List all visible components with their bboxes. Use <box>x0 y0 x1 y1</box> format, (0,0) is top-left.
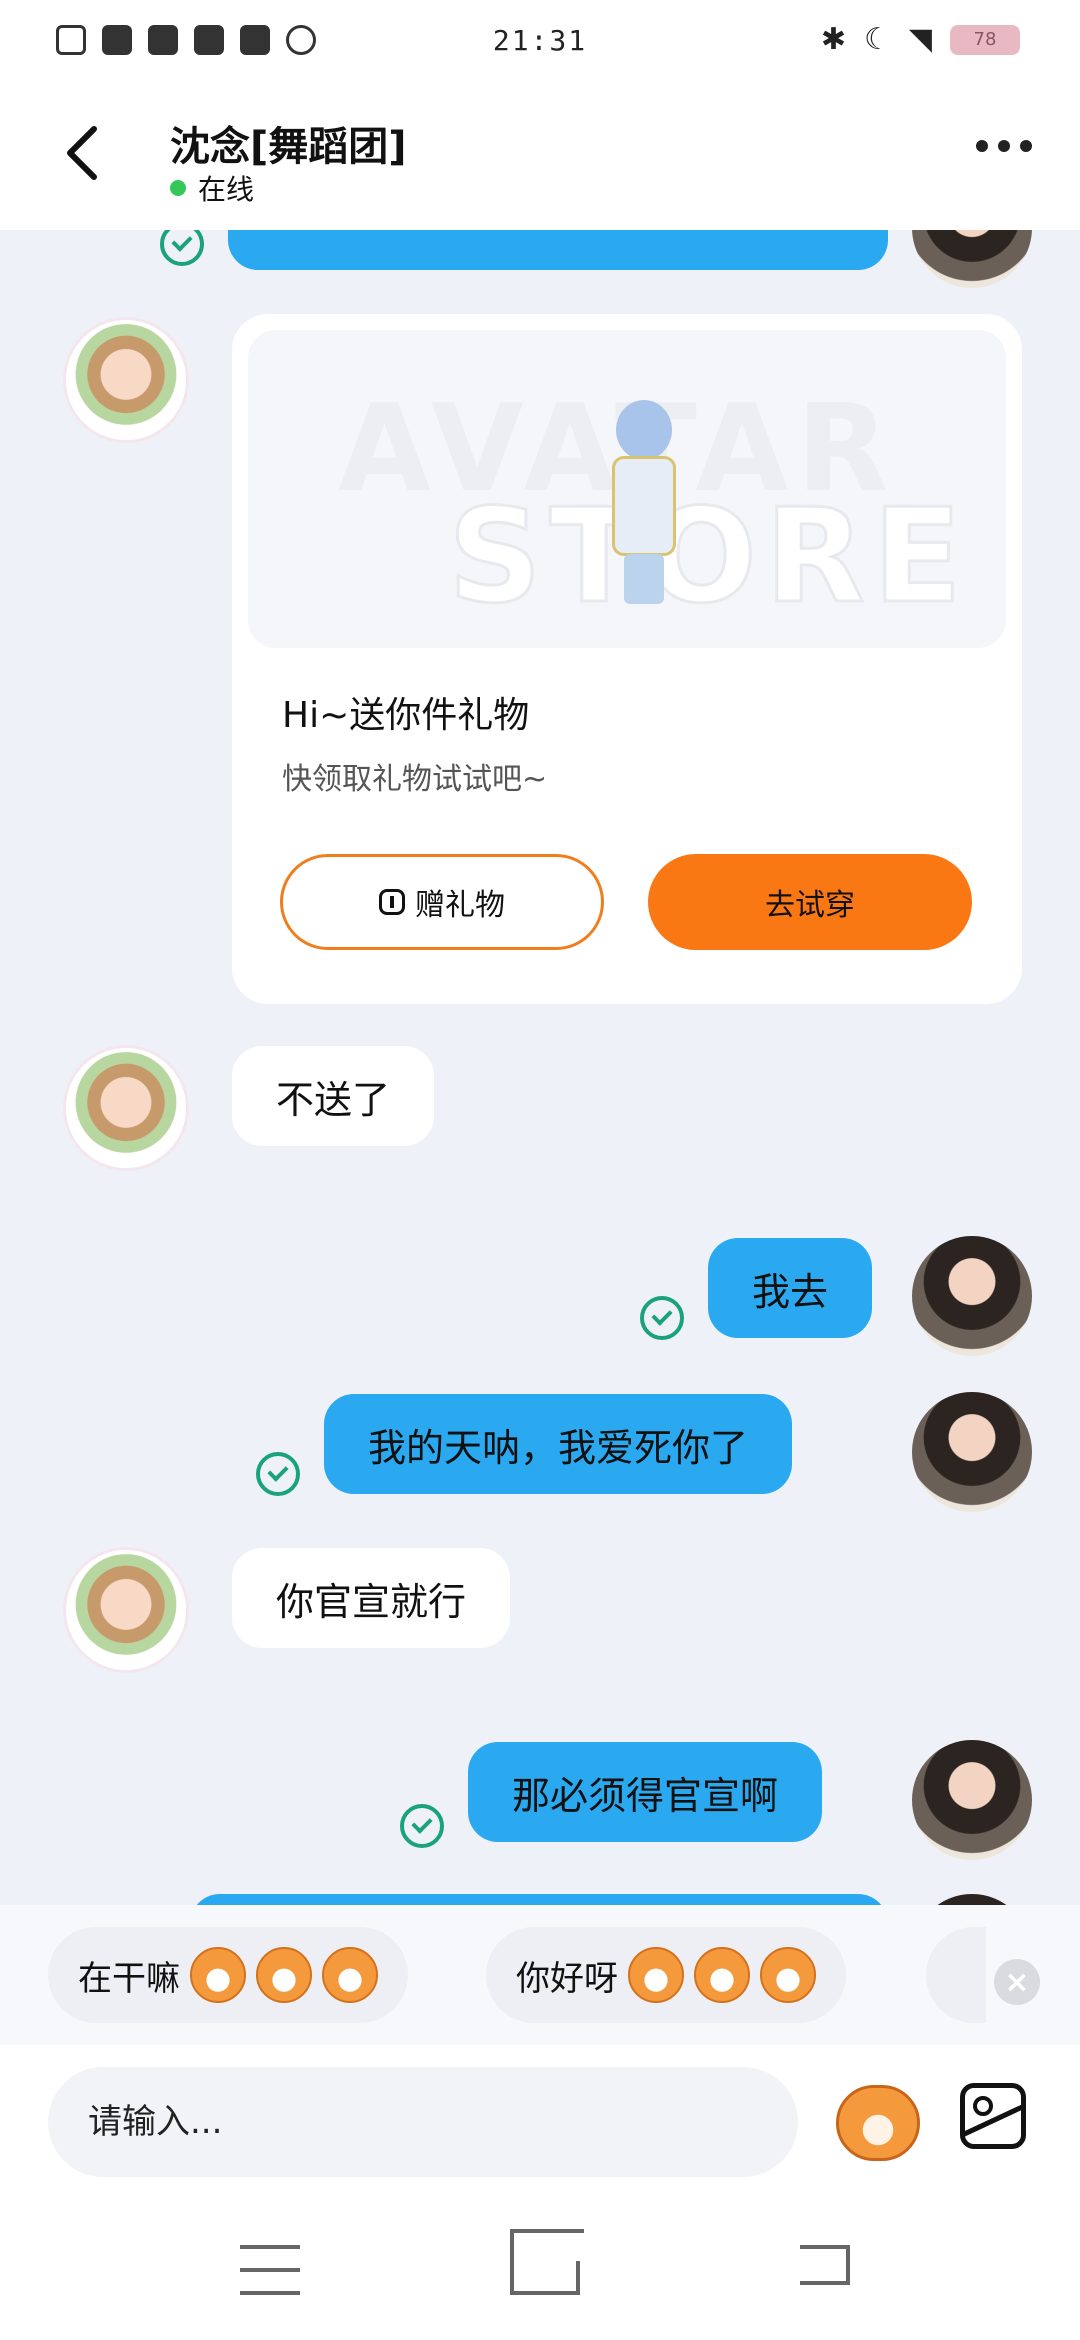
try-on-button[interactable]: 去试穿 <box>648 854 972 950</box>
my-avatar[interactable] <box>912 1740 1032 1860</box>
wifi-icon: ◥ <box>908 22 932 57</box>
sticker-button[interactable] <box>836 2085 920 2161</box>
close-icon: × <box>1004 1964 1030 2000</box>
mascot-smile-emoji-icon <box>694 1947 750 2003</box>
mascot-smile-emoji-icon <box>628 1947 684 2003</box>
input-bar <box>0 2045 1080 2195</box>
quick-reply-label: 你好呀 <box>516 1958 618 1999</box>
read-check-icon <box>640 1296 684 1340</box>
message-bubble-outgoing-partial[interactable] <box>228 230 888 270</box>
message-bubble-outgoing[interactable]: 我去 <box>708 1238 873 1338</box>
banner-watermark: STORE <box>447 479 970 634</box>
dot-icon <box>976 140 988 152</box>
quick-reply-bar: 在干嘛 你好呀 × <box>0 1905 1080 2045</box>
gift-subtitle: 快领取礼物试试吧~ <box>282 762 548 797</box>
dot-icon <box>998 140 1010 152</box>
back-nav-button[interactable] <box>800 2245 850 2285</box>
try-on-label: 去试穿 <box>765 888 855 923</box>
friend-avatar[interactable] <box>66 1550 186 1670</box>
avatar-figure-image <box>598 400 688 610</box>
message-bubble-incoming[interactable]: 不送了 <box>232 1046 435 1146</box>
my-avatar[interactable] <box>912 1392 1032 1512</box>
friend-avatar[interactable] <box>66 1048 186 1168</box>
send-gift-label: 赠礼物 <box>415 888 505 923</box>
bluetooth-icon: ✱ <box>820 22 847 57</box>
send-gift-button[interactable]: 赠礼物 <box>280 854 604 950</box>
presence-label: 在线 <box>198 173 255 206</box>
gift-card: AVATAR STORE Hi~送你件礼物 快领取礼物试试吧~ 赠礼物 去试穿 <box>232 314 1022 1004</box>
contact-name[interactable]: 沈念[舞蹈团] <box>170 114 407 172</box>
more-options-button[interactable] <box>976 140 1032 152</box>
battery-indicator: 78 <box>950 24 1020 55</box>
back-button[interactable] <box>52 118 112 188</box>
mascot-grin-emoji-icon <box>322 1947 378 2003</box>
system-icons: ✱ ☾ ◥ 78 <box>821 22 1020 57</box>
dot-icon <box>1020 140 1032 152</box>
quick-reply-chip-partial[interactable] <box>926 1927 986 2023</box>
close-quick-replies-button[interactable]: × <box>994 1959 1040 2005</box>
quick-reply-label: 在干嘛 <box>78 1958 180 1999</box>
gift-banner-image[interactable]: AVATAR STORE <box>248 330 1006 648</box>
message-bubble-outgoing-partial[interactable] <box>190 1894 888 1905</box>
gift-title: Hi~送你件礼物 <box>282 695 530 736</box>
message-bubble-outgoing[interactable]: 那必须得官宣啊 <box>468 1742 823 1842</box>
read-check-icon <box>256 1452 300 1496</box>
message-bubble-outgoing[interactable]: 我的天呐，我爱死你了 <box>324 1394 793 1494</box>
chevron-left-icon <box>67 126 97 180</box>
my-avatar[interactable] <box>912 1236 1032 1356</box>
mascot-smile-emoji-icon <box>760 1947 816 2003</box>
online-dot-icon <box>170 180 186 196</box>
my-avatar[interactable] <box>912 1894 1032 1905</box>
presence-status: 在线 <box>170 168 254 208</box>
read-check-icon <box>400 1804 444 1848</box>
message-input[interactable] <box>48 2067 798 2177</box>
mascot-grin-emoji-icon <box>190 1947 246 2003</box>
moon-icon: ☾ <box>864 22 891 57</box>
my-avatar[interactable] <box>912 230 1032 288</box>
read-check-icon <box>160 230 204 266</box>
message-bubble-incoming[interactable]: 你官宣就行 <box>232 1548 511 1648</box>
home-button[interactable] <box>510 2261 580 2295</box>
friend-avatar[interactable] <box>66 320 186 440</box>
image-picker-button[interactable] <box>960 2083 1026 2149</box>
quick-reply-chip[interactable]: 你好呀 <box>486 1927 846 2023</box>
mascot-grin-emoji-icon <box>256 1947 312 2003</box>
quick-reply-chip[interactable]: 在干嘛 <box>48 1927 408 2023</box>
chat-header: 沈念[舞蹈团] 在线 <box>0 80 1080 230</box>
recent-apps-button[interactable] <box>240 2245 300 2295</box>
status-bar: 21:31 ✱ ☾ ◥ 78 <box>0 0 1080 80</box>
message-list[interactable]: AVATAR STORE Hi~送你件礼物 快领取礼物试试吧~ 赠礼物 去试穿 … <box>0 230 1080 1905</box>
system-navigation-bar <box>0 2195 1080 2340</box>
gift-icon <box>379 889 405 915</box>
